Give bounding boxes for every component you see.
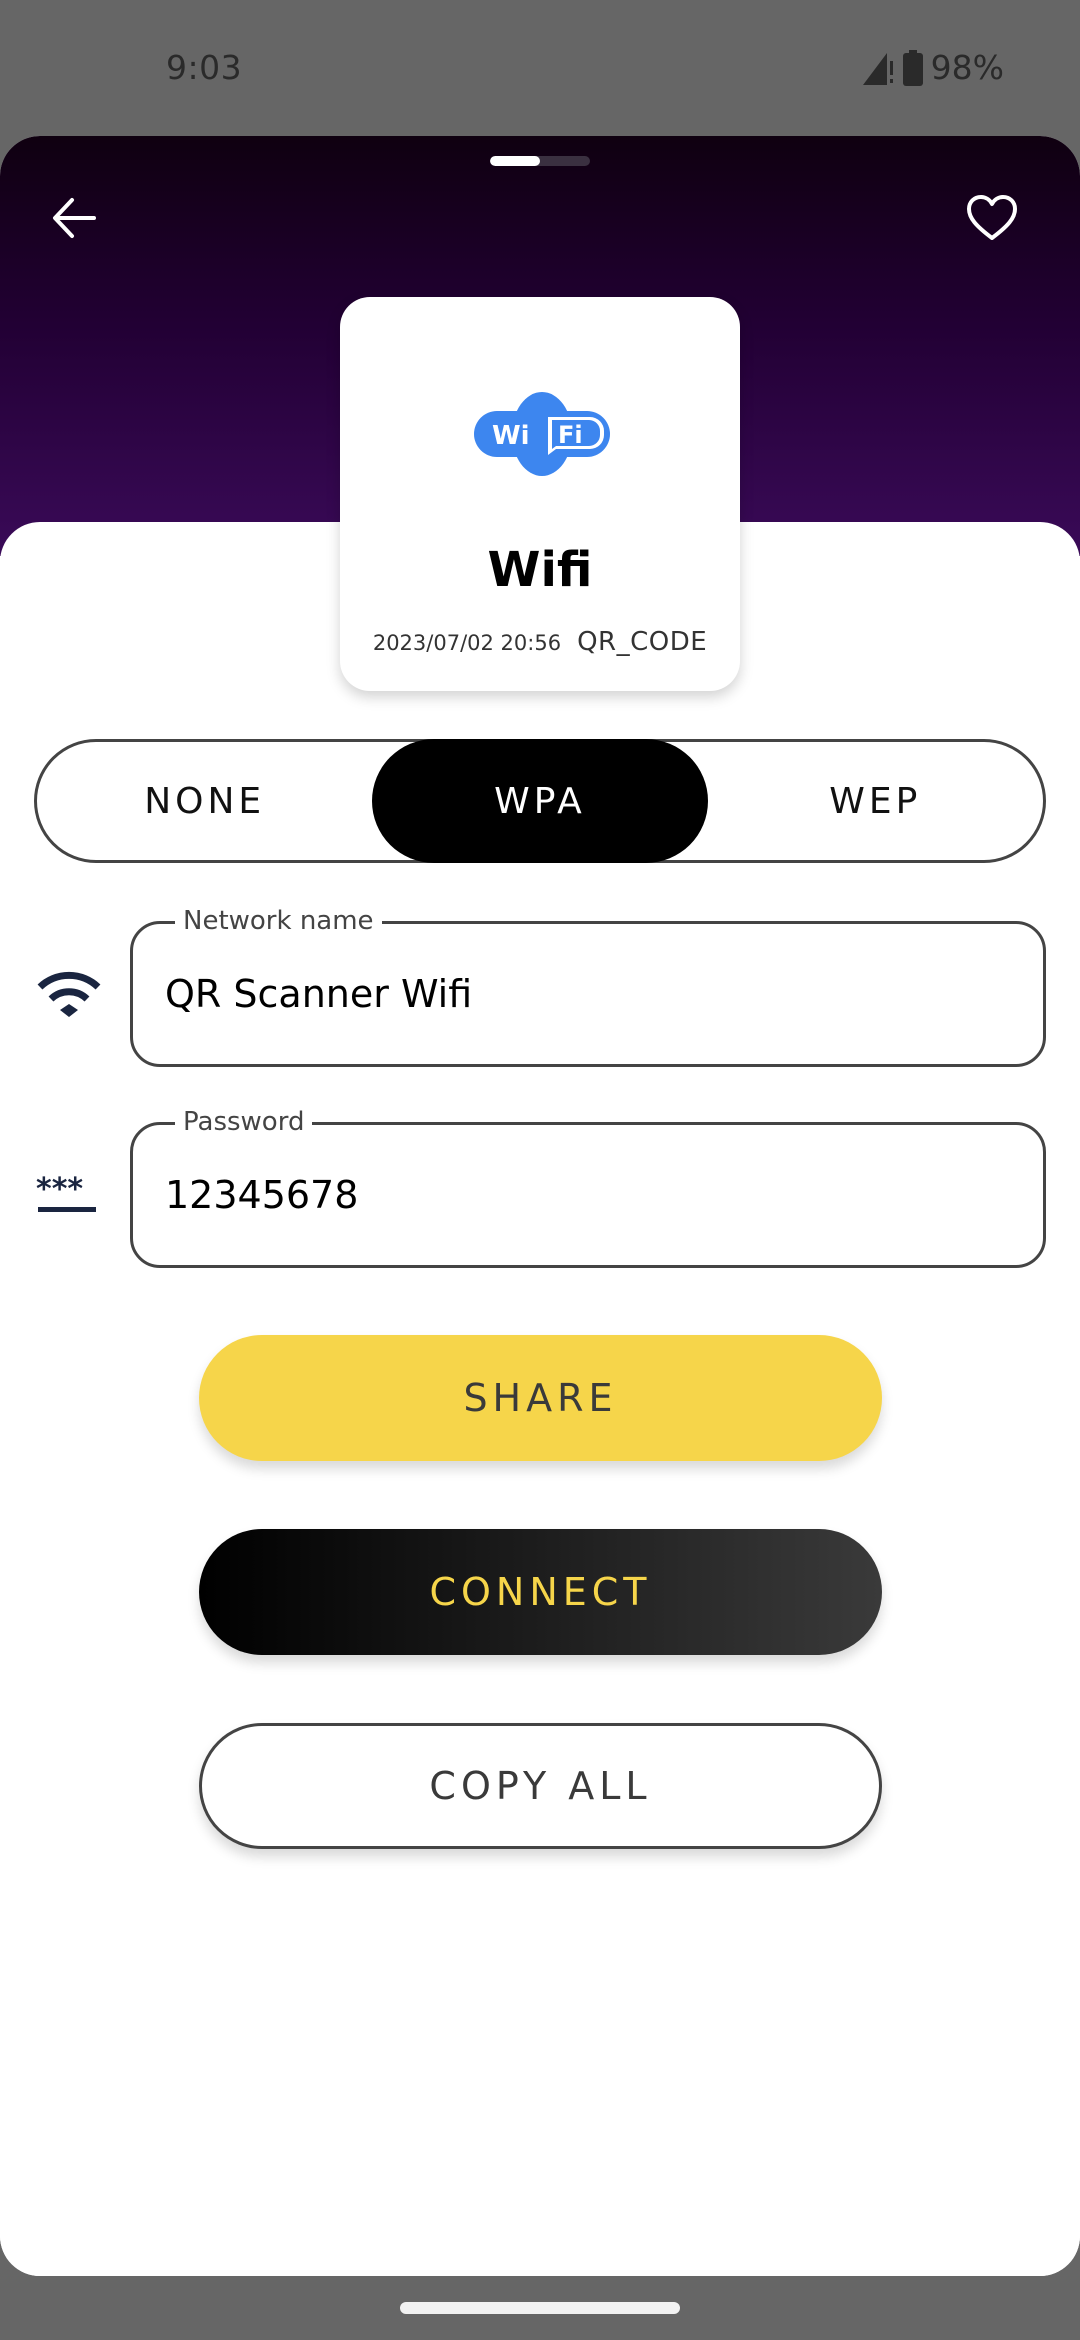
qr-result-card: Wi Fi Wifi 2023/07/02 20:56 QR_CODE: [340, 297, 740, 691]
pager-indicator-fill: [490, 156, 540, 166]
back-button[interactable]: [34, 178, 114, 258]
card-meta: 2023/07/02 20:56 QR_CODE: [340, 627, 740, 657]
security-type-selector[interactable]: NONE WPA WEP: [34, 739, 1046, 863]
copy-all-button[interactable]: COPY ALL: [199, 1723, 882, 1849]
card-title: Wifi: [487, 542, 593, 598]
wifi-logo-text-left: Wi: [492, 421, 530, 451]
signal-alert-icon: [862, 52, 893, 85]
svg-text:***: ***: [36, 1175, 83, 1207]
password-input[interactable]: [165, 1165, 1005, 1225]
password-row: *** Password: [0, 1107, 1080, 1268]
status-time: 9:03: [166, 48, 243, 87]
pager-indicator: [490, 156, 590, 166]
security-option-none[interactable]: NONE: [37, 742, 372, 860]
wifi-logo-icon: Wi Fi: [474, 392, 610, 476]
battery-level: 98%: [930, 48, 1004, 87]
password-label: Password: [175, 1107, 313, 1137]
password-field[interactable]: Password: [130, 1107, 1046, 1268]
arrow-left-icon: [53, 198, 96, 238]
heart-outline-icon: [967, 195, 1017, 240]
network-name-field[interactable]: Network name: [130, 906, 1046, 1067]
wifi-logo-text-right: Fi: [558, 421, 583, 449]
gesture-nav-handle[interactable]: [400, 2302, 680, 2314]
status-icons: 98%: [862, 48, 1004, 87]
share-button[interactable]: SHARE: [199, 1335, 882, 1461]
security-option-wpa[interactable]: WPA: [372, 739, 708, 863]
battery-icon: [902, 49, 923, 86]
scan-timestamp: 2023/07/02 20:56: [372, 631, 562, 655]
security-option-wep[interactable]: WEP: [708, 742, 1043, 860]
favorite-button[interactable]: [952, 178, 1032, 258]
password-icon: ***: [36, 1162, 102, 1228]
network-name-row: Network name: [0, 906, 1080, 1067]
wifi-icon: [36, 961, 102, 1027]
network-name-input[interactable]: [165, 964, 1005, 1024]
code-type: QR_CODE: [577, 627, 708, 657]
network-name-label: Network name: [175, 906, 382, 936]
detail-sheet: Wi Fi Wifi 2023/07/02 20:56 QR_CODE NONE…: [0, 136, 1080, 2276]
connect-button[interactable]: CONNECT: [199, 1529, 882, 1655]
status-bar: 9:03 98%: [0, 0, 1080, 136]
